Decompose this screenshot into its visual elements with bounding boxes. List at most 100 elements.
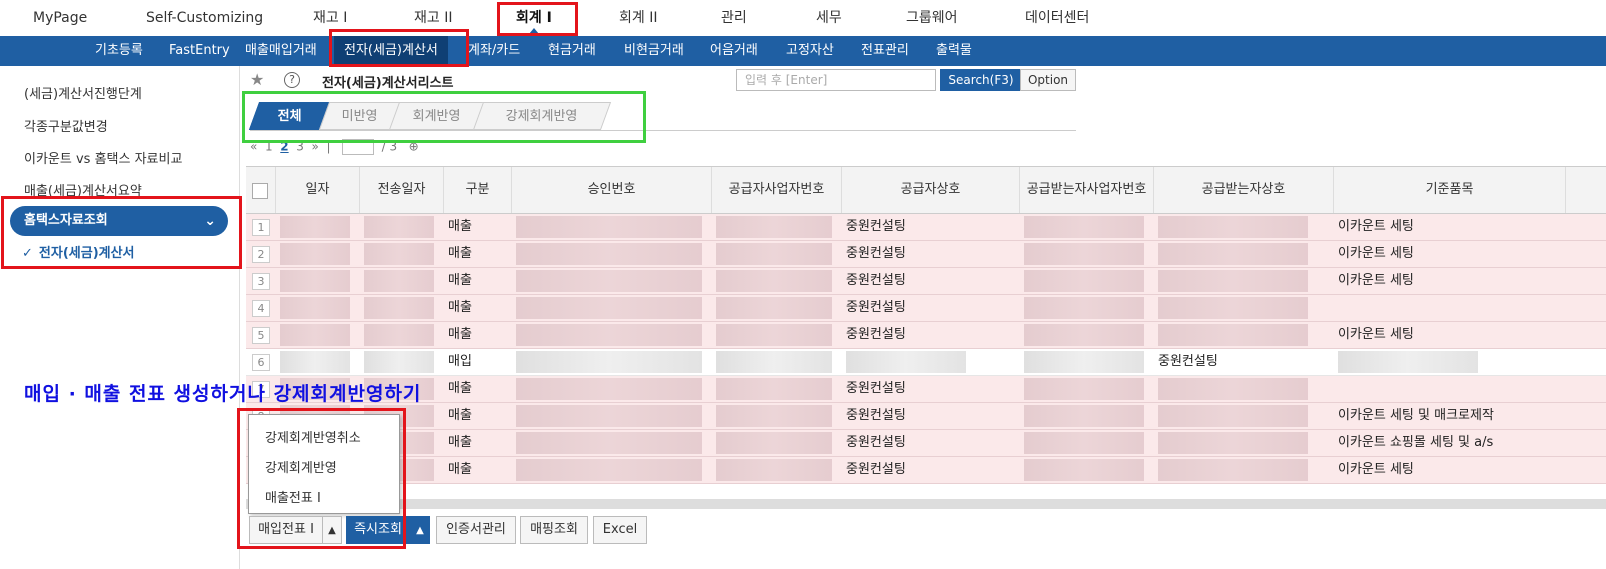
sidebar-item-compare[interactable]: 이카운트 vs 홈택스 자료비교 — [24, 148, 182, 167]
tab-all[interactable]: 전체 — [248, 102, 332, 130]
redacted-cell — [716, 243, 832, 265]
sub-nav-non-cash[interactable]: 비현금거래 — [624, 36, 684, 66]
redacted-cell — [1158, 324, 1308, 346]
top-nav-inventory-1[interactable]: 재고 I — [313, 0, 347, 36]
page-3[interactable]: 3 — [296, 140, 304, 154]
sub-nav-print[interactable]: 출력물 — [936, 36, 972, 66]
last-page-icon[interactable]: » — [312, 140, 319, 154]
cell-supplier-name: 중원컨설팅 — [846, 408, 906, 423]
sidebar-group-hometax[interactable]: 홈택스자료조회 ⌄ — [10, 206, 228, 236]
redacted-cell — [1024, 351, 1144, 373]
redacted-cell — [716, 216, 832, 238]
table-row[interactable]: 9매출중원컨설팅이카운트 쇼핑몰 세팅 및 a/s — [246, 430, 1606, 457]
menu-item-sales-voucher[interactable]: 매출전표 I — [265, 487, 321, 506]
header-supplier-bizno[interactable]: 공급자사업자번호 — [712, 167, 842, 213]
top-nav-accounting-2[interactable]: 회계 II — [619, 0, 657, 36]
top-nav: MyPage Self-Customizing 재고 I 재고 II 회계 I … — [0, 0, 1606, 36]
top-nav-accounting-1[interactable]: 회계 I — [516, 0, 552, 36]
excel-button[interactable]: Excel — [593, 516, 647, 544]
purchase-voucher-button[interactable]: 매입전표 I — [249, 516, 323, 544]
sub-nav-basic-register[interactable]: 기초등록 — [95, 36, 143, 66]
sidebar-sub-item-e-tax-invoice[interactable]: ✓ 전자(세금)계산서 — [22, 242, 135, 261]
redacted-cell — [1158, 243, 1308, 265]
cell-supplier-name: 중원컨설팅 — [846, 381, 906, 396]
top-nav-tax[interactable]: 세무 — [816, 0, 842, 36]
header-send-date[interactable]: 전송일자 — [360, 167, 444, 213]
redacted-cell — [1338, 351, 1478, 373]
caret-up-icon: ▲ — [328, 525, 336, 536]
sub-nav-voucher-manage[interactable]: 전표관리 — [861, 36, 909, 66]
row-number[interactable]: 6 — [252, 354, 270, 371]
redacted-cell — [716, 432, 832, 454]
top-nav-groupware[interactable]: 그룹웨어 — [906, 0, 958, 36]
sub-nav-fastentry[interactable]: FastEntry — [169, 36, 230, 66]
sub-nav-e-tax-invoice[interactable]: 전자(세금)계산서 — [334, 36, 448, 66]
table-row[interactable]: 4 매출 중원컨설팅 — [246, 295, 1606, 322]
sidebar-item-progress[interactable]: (세금)계산서진행단계 — [24, 83, 142, 102]
purchase-voucher-caret[interactable]: ▲ — [322, 516, 342, 544]
search-input[interactable]: 입력 후 [Enter] — [736, 69, 936, 91]
annotation-text: 매입 · 매출 전표 생성하거나 강제회계반영하기 — [24, 383, 422, 405]
header-select-all[interactable] — [246, 167, 276, 213]
sub-nav-sales-purchase[interactable]: 매출매입거래 — [245, 36, 317, 66]
option-button[interactable]: Option — [1020, 69, 1076, 91]
header-buyer-bizno[interactable]: 공급받는자사업자번호 — [1020, 167, 1154, 213]
go-page-icon[interactable]: ⊕ — [409, 140, 419, 154]
horizontal-scrollbar[interactable] — [246, 499, 1606, 509]
tab-forced-reflected[interactable]: 강제회계반영 — [472, 102, 612, 130]
table-row[interactable]: 3 매출 중원컨설팅 이카운트 세팅 — [246, 268, 1606, 295]
cert-manage-button[interactable]: 인증서관리 — [436, 516, 516, 544]
row-number[interactable]: 3 — [252, 273, 270, 290]
page-input[interactable] — [342, 139, 375, 155]
header-type[interactable]: 구분 — [444, 167, 512, 213]
header-base-item[interactable]: 기준품목 — [1334, 167, 1566, 213]
chevron-down-icon: ⌄ — [204, 213, 216, 229]
top-nav-management[interactable]: 관리 — [721, 0, 747, 36]
table-row[interactable]: 2 매출 중원컨설팅 이카운트 세팅 — [246, 241, 1606, 268]
tab-unreflected[interactable]: 미반영 — [318, 102, 402, 130]
redacted-cell — [716, 405, 832, 427]
table-row[interactable]: 1 매출 중원컨설팅 이카운트 세팅 — [246, 214, 1606, 241]
page-1[interactable]: 1 — [265, 140, 273, 154]
mapping-query-button[interactable]: 매핑조회 — [520, 516, 588, 544]
table-row[interactable]: 6 매입 중원컨설팅 — [246, 349, 1606, 376]
cell-type: 매출 — [448, 408, 472, 423]
tab-accounting-reflected[interactable]: 회계반영 — [388, 102, 486, 130]
sidebar-item-change-values[interactable]: 각종구분값변경 — [24, 116, 108, 135]
header-approval-number[interactable]: 승인번호 — [512, 167, 712, 213]
top-nav-self-customizing[interactable]: Self-Customizing — [146, 0, 263, 36]
help-icon[interactable]: ? — [284, 72, 300, 88]
table-row[interactable]: 8매출중원컨설팅이카운트 세팅 및 매크로제작 — [246, 403, 1606, 430]
menu-item-cancel-forced-reflect[interactable]: 강제회계반영취소 — [265, 427, 361, 446]
sub-nav-bill[interactable]: 어음거래 — [710, 36, 758, 66]
sub-nav-account-card[interactable]: 계좌/카드 — [468, 36, 520, 66]
top-nav-mypage[interactable]: MyPage — [33, 0, 87, 36]
redacted-cell — [280, 324, 350, 346]
table-row[interactable]: 10매출중원컨설팅이카운트 세팅 — [246, 457, 1606, 484]
cell-supplier-name: 중원컨설팅 — [846, 327, 906, 342]
star-icon[interactable]: ★ — [250, 70, 264, 89]
header-buyer-name[interactable]: 공급받는자상호 — [1154, 167, 1334, 213]
sub-nav-fixed-asset[interactable]: 고정자산 — [786, 36, 834, 66]
search-button[interactable]: Search(F3) — [940, 69, 1022, 91]
redacted-cell — [364, 243, 434, 265]
table-row[interactable]: 7 매출 중원컨설팅 — [246, 376, 1606, 403]
first-page-icon[interactable]: « — [250, 140, 257, 154]
sub-nav-cash[interactable]: 현금거래 — [548, 36, 596, 66]
row-number[interactable]: 1 — [252, 219, 270, 236]
checkbox-icon[interactable] — [252, 183, 268, 199]
row-number[interactable]: 5 — [252, 327, 270, 344]
table-row[interactable]: 5 매출 중원컨설팅 이카운트 세팅 — [246, 322, 1606, 349]
row-number[interactable]: 4 — [252, 300, 270, 317]
redacted-cell — [1024, 270, 1144, 292]
header-date[interactable]: 일자 — [276, 167, 360, 213]
header-supplier-name[interactable]: 공급자상호 — [842, 167, 1020, 213]
instant-query-caret[interactable]: ▲ — [410, 516, 430, 544]
menu-item-forced-reflect[interactable]: 강제회계반영 — [265, 457, 337, 476]
top-nav-datacenter[interactable]: 데이터센터 — [1025, 0, 1089, 36]
sidebar-item-summary[interactable]: 매출(세금)계산서요약 — [24, 180, 142, 199]
row-number[interactable]: 2 — [252, 246, 270, 263]
page-2[interactable]: 2 — [280, 140, 288, 154]
instant-query-button[interactable]: 즉시조회 — [346, 516, 410, 544]
top-nav-inventory-2[interactable]: 재고 II — [414, 0, 452, 36]
